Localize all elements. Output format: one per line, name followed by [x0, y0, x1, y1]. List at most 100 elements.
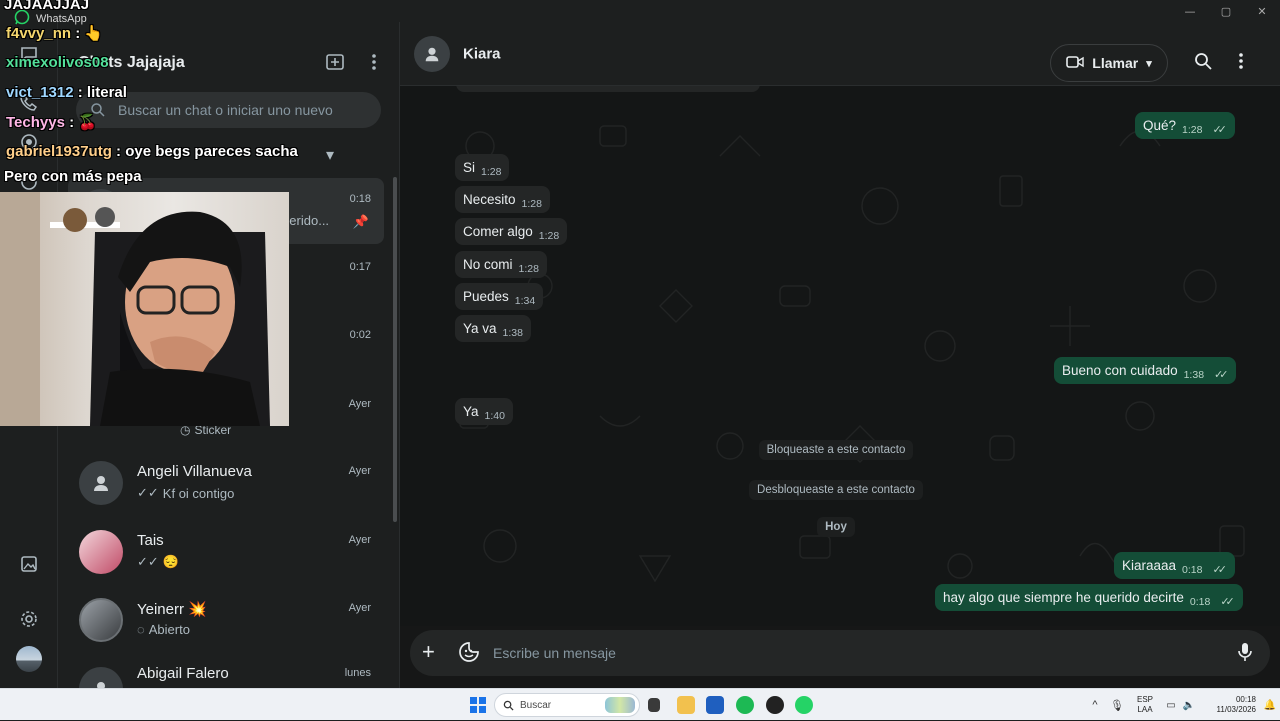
chat-list-item[interactable]: Yeinerr 💥 Ayer ◌ Abierto — [68, 587, 384, 653]
menu-dots-icon[interactable] — [1238, 52, 1244, 75]
emoji-sticker-icon[interactable] — [458, 641, 480, 668]
chat-time: lunes — [344, 667, 371, 679]
chat-name: Angeli Villanueva — [137, 463, 252, 480]
system-message: Bloqueaste a este contacto — [400, 440, 1272, 460]
chat-list-scrollbar[interactable] — [393, 177, 397, 522]
message-bubble-incoming[interactable]: Ya va 1:38 — [455, 315, 531, 342]
settings-gear-icon[interactable] — [17, 607, 41, 631]
attach-plus-icon[interactable]: + — [422, 641, 435, 663]
status-icon[interactable] — [17, 130, 41, 154]
minimize-button[interactable]: — — [1172, 0, 1208, 22]
message-text: Necesito — [463, 192, 516, 207]
windows-taskbar: Buscar ^ 🎙 ESP LAA ▭ 🔈 00:18 11/03/2026 … — [0, 688, 1280, 720]
chat-filter-dropdown[interactable]: ▾ — [76, 140, 342, 170]
clock-time: 00:18 — [1235, 695, 1256, 704]
chat-time: Ayer — [348, 465, 371, 477]
chat-list-actions — [325, 52, 377, 77]
spotify-icon[interactable] — [736, 696, 754, 714]
message-bubble-incoming[interactable]: Ya 1:40 — [455, 398, 513, 425]
profile-avatar[interactable] — [16, 646, 42, 672]
message-bubble-outgoing[interactable]: hay algo que siempre he querido decirte … — [935, 584, 1243, 611]
message-bubble-outgoing[interactable]: Kiaraaaa 0:18 ✓✓ — [1114, 552, 1235, 579]
search-placeholder: Buscar un chat o iniciar uno nuevo — [118, 102, 333, 118]
message-bubble-incoming[interactable]: Necesito 1:28 — [455, 186, 550, 213]
message-time: 1:28 — [521, 198, 542, 210]
message-time: 1:38 — [502, 327, 523, 339]
taskbar-clock[interactable]: 00:18 11/03/2026 — [1198, 695, 1260, 715]
microphone-icon[interactable]: 🎙 — [1106, 699, 1128, 712]
message-time: 1:28 — [1182, 124, 1203, 136]
language-code: ESP — [1136, 695, 1153, 704]
chat-list-item[interactable]: Tais Ayer ✓✓ 😔 — [68, 519, 384, 585]
message-bubble-incoming[interactable]: No comi 1:28 — [455, 251, 547, 278]
file-explorer-icon[interactable] — [677, 696, 695, 714]
chat-preview-text: 😔 — [162, 554, 179, 569]
chat-time: 0:17 — [349, 261, 371, 273]
language-indicator[interactable]: ESP LAA — [1128, 695, 1162, 715]
chat-time: 0:18 — [349, 193, 371, 205]
chat-list-item[interactable]: Abigail Falero lunes — [68, 656, 384, 688]
message-bubble-outgoing[interactable]: Qué? 1:28 ✓✓ — [1135, 112, 1235, 139]
conversation-pane: Kiara Llamar ▾ Qué? 1:28 ✓✓ Si 1:28 Nece… — [400, 22, 1280, 688]
search-icon[interactable] — [1194, 52, 1212, 75]
call-label: Llamar — [1092, 55, 1139, 71]
call-button[interactable]: Llamar ▾ — [1050, 44, 1168, 82]
message-bubble-outgoing[interactable]: Bueno con cuidado 1:38 ✓✓ — [1054, 357, 1237, 384]
chat-preview: ◌ Abierto — [137, 622, 190, 637]
chat-search-input[interactable]: Buscar un chat o iniciar uno nuevo — [76, 92, 381, 128]
double-check-icon: ✓✓ — [137, 554, 159, 569]
message-composer: + Escribe un mensaje — [410, 630, 1270, 676]
date-divider: Hoy — [400, 517, 1272, 537]
system-tray: ^ 🎙 ESP LAA ▭ 🔈 00:18 11/03/2026 🔔 — [1084, 689, 1280, 721]
message-time: 1:38 — [1183, 369, 1205, 381]
media-gallery-icon[interactable] — [17, 552, 41, 576]
close-button[interactable]: ✕ — [1244, 0, 1280, 22]
message-bubble-incoming[interactable]: Comer algo 1:28 — [455, 218, 568, 245]
obs-icon[interactable] — [766, 696, 784, 714]
store-icon[interactable] — [706, 696, 724, 714]
default-avatar-icon[interactable] — [414, 36, 450, 72]
microphone-icon[interactable] — [1236, 641, 1254, 668]
window-title-text: WhatsApp — [36, 12, 87, 25]
chat-list-item[interactable]: Angeli Villanueva Ayer ✓✓ Kf oi contigo — [68, 450, 384, 516]
calls-icon[interactable] — [17, 90, 41, 114]
window-controls: — ▢ ✕ — [1172, 0, 1280, 22]
contact-name[interactable]: Kiara — [463, 46, 501, 63]
message-time: 1:40 — [484, 410, 505, 422]
message-bubble-incoming[interactable]: Si 1:28 — [455, 154, 510, 181]
message-time: 0:18 — [1189, 596, 1211, 608]
chevron-down-icon: ▾ — [325, 147, 334, 164]
chats-icon[interactable] — [17, 42, 41, 66]
volume-icon[interactable]: 🔈 — [1180, 700, 1198, 711]
chat-list-title: Chats Jajajaja — [78, 54, 185, 71]
pin-icon: 📌 — [352, 214, 369, 229]
message-text: Bueno con cuidado — [1062, 363, 1178, 378]
maximize-button[interactable]: ▢ — [1208, 0, 1244, 22]
message-bubble-incoming[interactable]: Puedes 1:34 — [455, 283, 544, 310]
whatsapp-window: — ▢ ✕ Chats Jajajaja Buscar un chat o in… — [0, 0, 1280, 688]
double-check-icon: ✓✓ — [1212, 124, 1227, 136]
contact-avatar — [79, 530, 123, 574]
message-text: Comer algo — [463, 224, 533, 239]
channels-icon[interactable] — [17, 170, 41, 194]
task-view-icon[interactable] — [648, 698, 660, 712]
chat-time: Ayer — [348, 398, 371, 410]
message-list[interactable]: Qué? 1:28 ✓✓ Si 1:28 Necesito 1:28 Comer… — [400, 86, 1280, 626]
message-time: 1:28 — [518, 263, 539, 275]
message-time: 1:28 — [481, 166, 502, 178]
message-input[interactable]: Escribe un mensaje — [493, 645, 616, 661]
taskbar-search[interactable]: Buscar — [494, 693, 640, 717]
conversation-header: Kiara Llamar ▾ — [400, 22, 1280, 86]
chat-name: Abigail Falero — [137, 665, 229, 682]
clock-date: 11/03/2026 — [1216, 705, 1256, 714]
message-text: Kiaraaaa — [1122, 558, 1177, 573]
whatsapp-taskbar-icon[interactable] — [795, 696, 813, 714]
network-icon[interactable]: ▭ — [1162, 700, 1180, 711]
notification-bell-icon[interactable]: 🔔 — [1260, 700, 1280, 711]
message-text: Qué? — [1143, 118, 1177, 133]
menu-dots-icon[interactable] — [371, 52, 377, 77]
chat-time: 0:02 — [349, 329, 371, 341]
new-chat-icon[interactable] — [325, 52, 345, 77]
windows-start-icon[interactable] — [470, 697, 486, 718]
chevron-up-icon[interactable]: ^ — [1084, 699, 1106, 711]
